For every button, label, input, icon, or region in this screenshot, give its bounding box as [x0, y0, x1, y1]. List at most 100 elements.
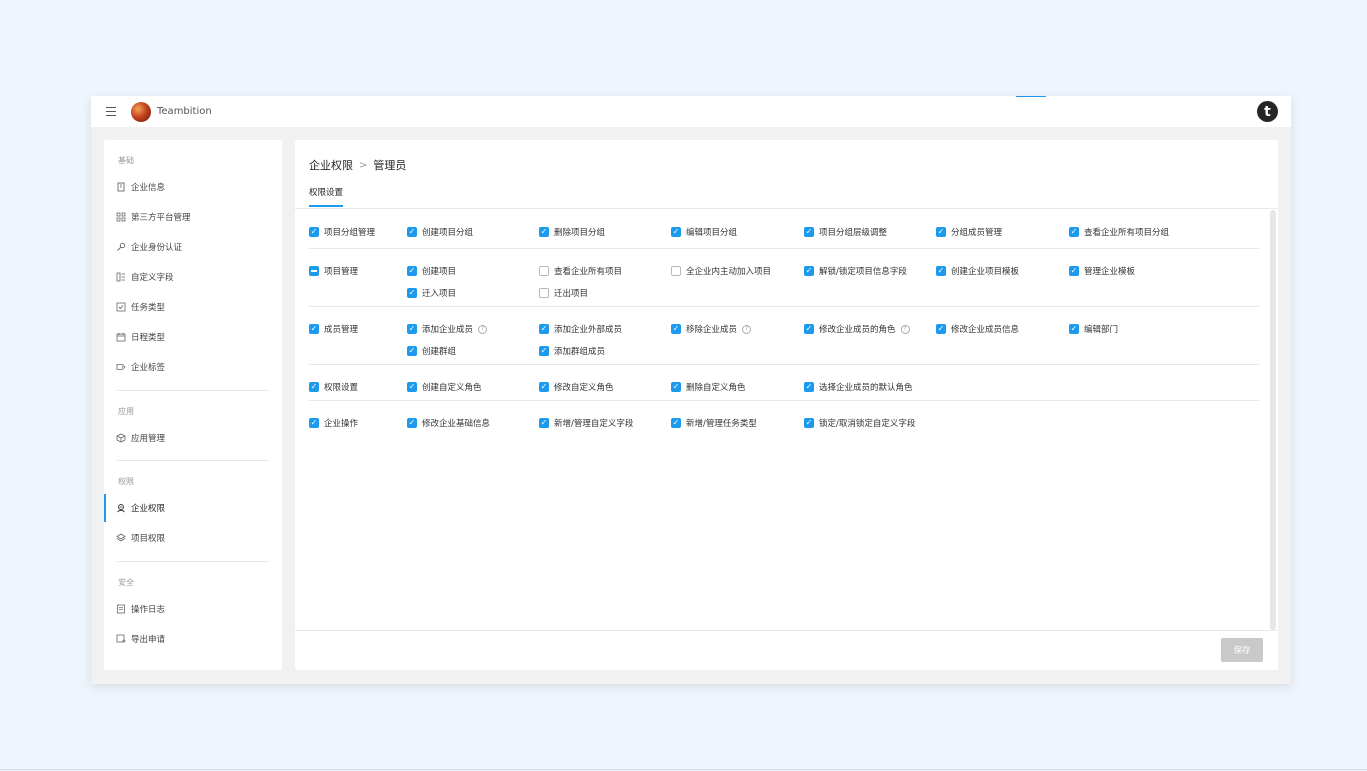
- tab-permission-settings[interactable]: 权限设置: [309, 186, 344, 207]
- permission-checkbox[interactable]: 查看企业所有项目: [539, 265, 622, 277]
- sidebar-item-org-permissions[interactable]: 企业权限: [104, 494, 282, 522]
- checkbox-label: 项目分组层级调整: [819, 228, 888, 238]
- checkbox-label: 修改企业成员信息: [951, 325, 1020, 335]
- permission-group-checkbox[interactable]: ✓ 企业操作: [309, 417, 358, 429]
- topbar-accent: [1016, 96, 1046, 97]
- checkbox-label: 删除项目分组: [554, 228, 606, 238]
- checkbox-label: 创建群组: [422, 347, 457, 357]
- permission-checkbox[interactable]: ✓ 创建群组: [407, 345, 456, 357]
- permission-checkbox[interactable]: ✓ 编辑项目分组: [671, 226, 737, 238]
- checkbox-label: 锁定/取消锁定自定义字段: [819, 419, 916, 429]
- sidebar-item-operation-log[interactable]: 操作日志: [104, 599, 282, 619]
- permission-checkbox[interactable]: ✓ 解锁/锁定项目信息字段: [804, 265, 907, 277]
- sidebar-item-label: 企业信息: [131, 183, 166, 193]
- help-circle-icon[interactable]: ?: [742, 324, 752, 334]
- checkmark-icon: ✓: [407, 418, 417, 428]
- checkmark-icon: ✓: [407, 266, 417, 276]
- sidebar-item-schedule-types[interactable]: 日程类型: [104, 327, 282, 347]
- fields-icon: [116, 272, 126, 282]
- checkbox-label: 添加企业成员: [422, 325, 474, 335]
- permission-checkbox[interactable]: ✓ 管理企业模板: [1069, 265, 1135, 277]
- checkbox-label: 选择企业成员的默认角色: [819, 383, 913, 393]
- sidebar-item-project-permissions[interactable]: 项目权限: [104, 528, 282, 548]
- permission-checkbox[interactable]: ✓ 新增/管理自定义字段: [539, 417, 633, 429]
- permission-row: ✓ 成员管理 ✓ 添加企业成员? ✓ 添加企业外部成员 ✓ 移除企业成员? ✓ 修改企业成员的角色…: [309, 307, 1259, 365]
- checkmark-icon: ✓: [936, 324, 946, 334]
- permission-checkbox[interactable]: ✓ 修改企业成员的角色?: [804, 323, 910, 335]
- permission-checkbox[interactable]: ✓ 新增/管理任务类型: [671, 417, 757, 429]
- checkbox-label: 全企业内主动加入项目: [686, 267, 772, 277]
- checkmark-icon: ✓: [671, 382, 681, 392]
- checkmark-icon: ✓: [804, 382, 814, 392]
- sidebar-item-identity[interactable]: 企业身份认证: [104, 237, 282, 257]
- help-circle-icon[interactable]: ?: [900, 324, 910, 334]
- permission-checkbox[interactable]: ✓ 添加群组成员: [539, 345, 605, 357]
- permission-checkbox[interactable]: 全企业内主动加入项目: [671, 265, 771, 277]
- checkbox-label: 管理企业模板: [1084, 267, 1136, 277]
- sidebar-item-org-info[interactable]: 企业信息: [104, 177, 282, 197]
- permission-checkbox[interactable]: ✓ 创建项目分组: [407, 226, 473, 238]
- org-logo-avatar[interactable]: [131, 101, 151, 122]
- checkbox-label: 成员管理: [324, 325, 359, 335]
- permission-checkbox[interactable]: ✓ 修改自定义角色: [539, 381, 614, 393]
- permission-group-checkbox[interactable]: ✓ 权限设置: [309, 381, 358, 393]
- permission-group-checkbox[interactable]: ✓ 项目分组管理: [309, 226, 375, 238]
- permission-checkbox[interactable]: ✓ 编辑部门: [1069, 323, 1118, 335]
- permission-checkbox[interactable]: ✓ 删除项目分组: [539, 226, 605, 238]
- sidebar-item-label: 第三方平台管理: [131, 213, 191, 223]
- sidebar-item-export-requests[interactable]: 导出申请: [104, 629, 282, 649]
- permission-checkbox[interactable]: ✓ 删除自定义角色: [671, 381, 746, 393]
- checkbox-label: 查看企业所有项目: [554, 267, 623, 277]
- permission-group-checkbox[interactable]: ✓ 成员管理: [309, 323, 358, 335]
- building-icon: [116, 182, 126, 192]
- save-button[interactable]: 保存: [1221, 638, 1263, 662]
- permission-checkbox[interactable]: 迁出项目: [539, 287, 588, 299]
- checkmark-icon: ✓: [671, 227, 681, 237]
- checkmark-icon: ✓: [539, 346, 549, 356]
- app-name: Teambition: [157, 106, 212, 117]
- breadcrumb-parent-link[interactable]: 企业权限: [309, 157, 353, 173]
- sidebar-item-label: 任务类型: [131, 303, 166, 313]
- vertical-scrollbar[interactable]: [1270, 210, 1276, 630]
- teambition-brand-icon[interactable]: t: [1257, 101, 1278, 122]
- sidebar-item-label: 企业标签: [131, 363, 166, 373]
- sidebar-item-third-party[interactable]: 第三方平台管理: [104, 207, 282, 227]
- permission-checkbox[interactable]: ✓ 移除企业成员?: [671, 323, 752, 335]
- sidebar-item-label: 日程类型: [131, 333, 166, 343]
- permission-checkbox[interactable]: ✓ 分组成员管理: [936, 226, 1002, 238]
- permission-checkbox[interactable]: ✓ 项目分组层级调整: [804, 226, 887, 238]
- sidebar-item-app-management[interactable]: 应用管理: [104, 428, 282, 448]
- checkmark-icon: ✓: [539, 418, 549, 428]
- hamburger-menu-icon[interactable]: [106, 107, 116, 116]
- permission-checkbox[interactable]: ✓ 添加企业外部成员: [539, 323, 622, 335]
- tab-divider: [295, 208, 1278, 209]
- sidebar-item-task-types[interactable]: 任务类型: [104, 297, 282, 317]
- checkbox-label: 企业操作: [324, 419, 359, 429]
- checkmark-icon: ✓: [1069, 324, 1079, 334]
- permission-checkbox[interactable]: ✓ 创建项目: [407, 265, 456, 277]
- checkmark-icon: ✓: [936, 227, 946, 237]
- permission-checkbox[interactable]: ✓ 添加企业成员?: [407, 323, 488, 335]
- checkbox-label: 创建项目分组: [422, 228, 474, 238]
- checkbox-label: 迁入项目: [422, 289, 457, 299]
- permission-checkbox[interactable]: ✓ 迁入项目: [407, 287, 456, 299]
- checkbox-label: 添加群组成员: [554, 347, 606, 357]
- permission-checkbox[interactable]: ✓ 创建企业项目模板: [936, 265, 1019, 277]
- permission-group-checkbox[interactable]: 项目管理: [309, 265, 358, 277]
- org-permission-icon: [116, 503, 126, 513]
- permission-checkbox[interactable]: ✓ 锁定/取消锁定自定义字段: [804, 417, 915, 429]
- checkmark-icon: ✓: [407, 324, 417, 334]
- checkmark-icon: ✓: [539, 324, 549, 334]
- permission-checkbox[interactable]: ✓ 修改企业成员信息: [936, 323, 1019, 335]
- layers-icon: [116, 533, 126, 543]
- checkbox-label: 创建企业项目模板: [951, 267, 1020, 277]
- help-circle-icon[interactable]: ?: [478, 324, 488, 334]
- permission-checkbox[interactable]: ✓ 选择企业成员的默认角色: [804, 381, 913, 393]
- sidebar-item-org-tags[interactable]: 企业标签: [104, 357, 282, 377]
- permission-checkbox[interactable]: ✓ 创建自定义角色: [407, 381, 482, 393]
- permission-checkbox[interactable]: ✓ 查看企业所有项目分组: [1069, 226, 1169, 238]
- sidebar-item-custom-fields[interactable]: 自定义字段: [104, 267, 282, 287]
- permission-row: ✓ 企业操作 ✓ 修改企业基础信息 ✓ 新增/管理自定义字段 ✓ 新增/管理任务类型 ✓ 锁定/取…: [309, 401, 1259, 437]
- permission-checkbox[interactable]: ✓ 修改企业基础信息: [407, 417, 490, 429]
- checkbox-label: 权限设置: [324, 383, 359, 393]
